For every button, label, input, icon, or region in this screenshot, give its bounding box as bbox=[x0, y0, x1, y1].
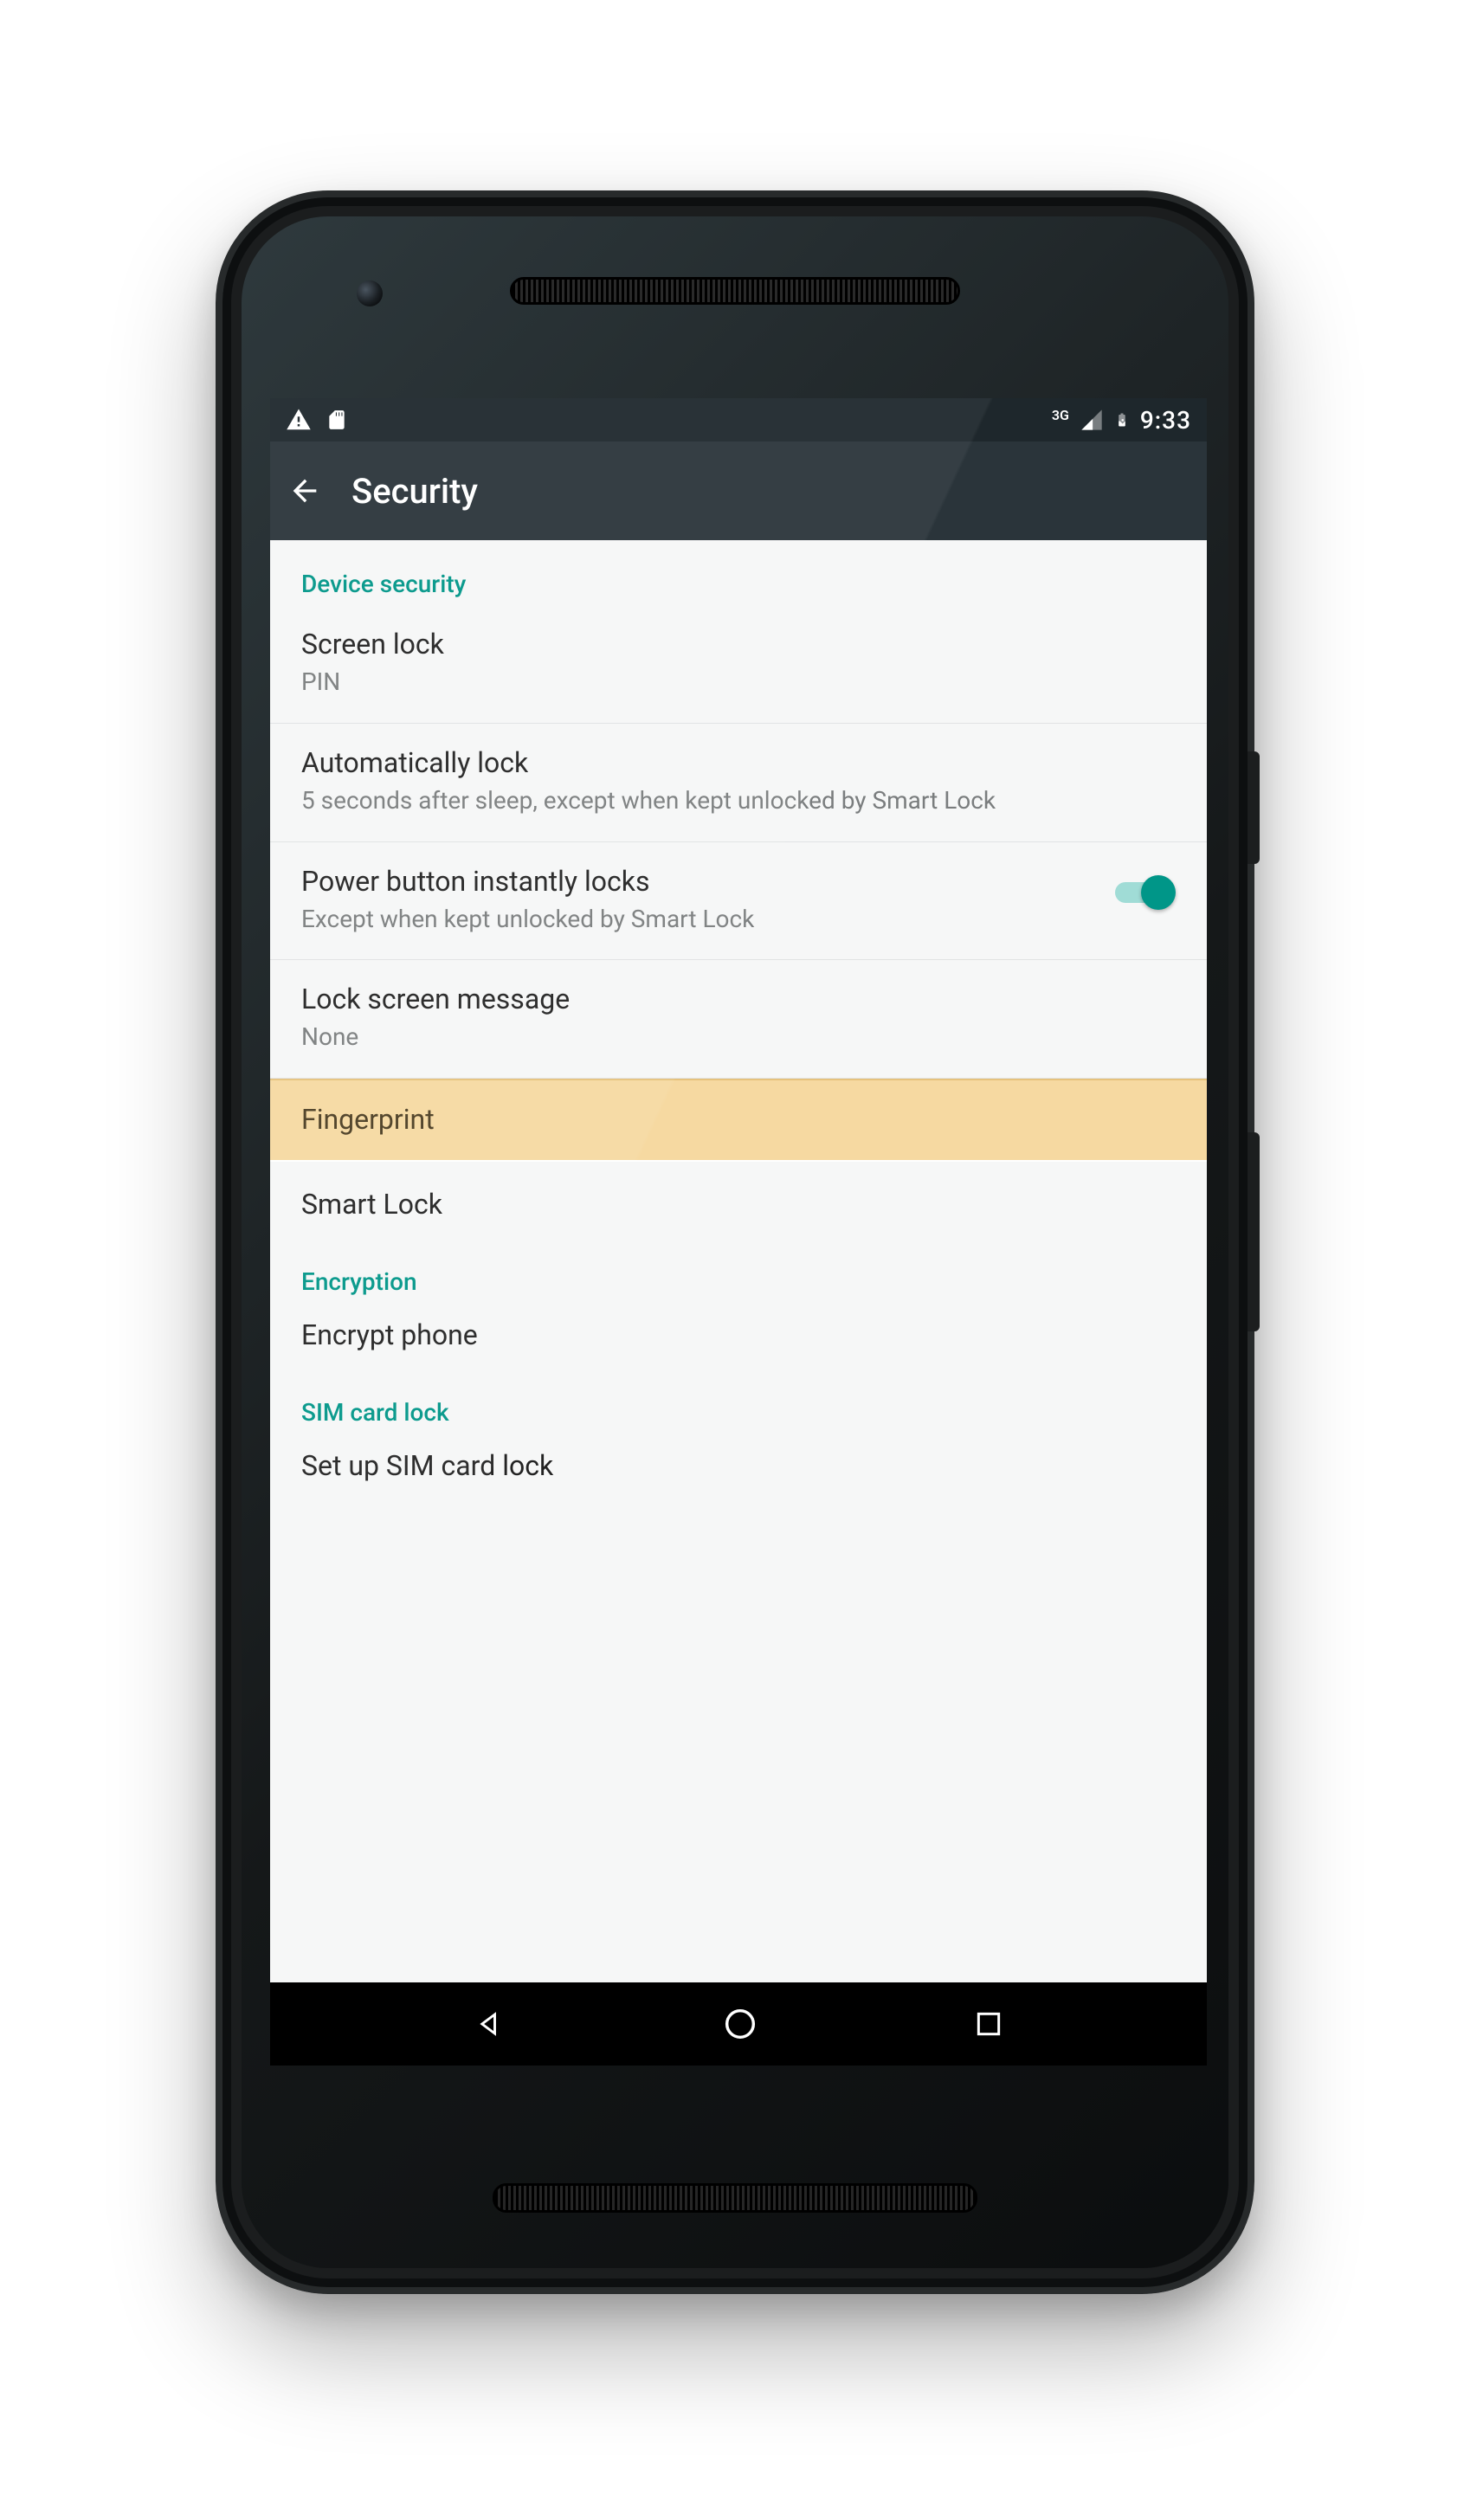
app-bar: Security bbox=[270, 441, 1207, 540]
cellular-signal-icon bbox=[1080, 408, 1104, 432]
section-device-security: Device security bbox=[270, 540, 1207, 605]
row-setup-sim-lock[interactable]: Set up SIM card lock bbox=[270, 1434, 1207, 1491]
row-encrypt-phone[interactable]: Encrypt phone bbox=[270, 1303, 1207, 1369]
back-icon[interactable] bbox=[287, 474, 322, 508]
section-sim-card-lock: SIM card lock bbox=[270, 1369, 1207, 1434]
front-camera bbox=[357, 280, 383, 306]
row-power-button-locks[interactable]: Power button instantly locks Except when… bbox=[270, 842, 1207, 961]
network-type-label: 3G bbox=[1052, 407, 1069, 423]
row-fingerprint[interactable]: Fingerprint bbox=[270, 1079, 1207, 1162]
row-title: Fingerprint bbox=[301, 1103, 1176, 1136]
status-clock: 9:33 bbox=[1140, 406, 1191, 435]
toggle-power-button-locks[interactable] bbox=[1115, 868, 1176, 912]
row-subtitle: None bbox=[301, 1021, 1080, 1054]
row-title: Power button instantly locks bbox=[301, 865, 1094, 898]
nav-home-icon[interactable] bbox=[720, 2004, 760, 2044]
screen: 3G 9:33 Security Devic bbox=[270, 398, 1207, 2066]
row-subtitle: PIN bbox=[301, 666, 1080, 699]
nav-recents-icon[interactable] bbox=[971, 2007, 1006, 2041]
row-title: Encrypt phone bbox=[301, 1318, 1176, 1351]
row-title: Screen lock bbox=[301, 628, 1176, 661]
bottom-speaker bbox=[493, 2183, 977, 2213]
warning-icon bbox=[286, 407, 312, 433]
row-automatically-lock[interactable]: Automatically lock 5 seconds after sleep… bbox=[270, 724, 1207, 842]
section-encryption: Encryption bbox=[270, 1238, 1207, 1303]
battery-icon bbox=[1114, 407, 1130, 433]
row-subtitle: 5 seconds after sleep, except when kept … bbox=[301, 784, 1080, 817]
row-title: Lock screen message bbox=[301, 983, 1176, 1015]
sd-card-icon bbox=[326, 407, 348, 433]
row-title: Set up SIM card lock bbox=[301, 1449, 1176, 1482]
row-subtitle: Except when kept unlocked by Smart Lock bbox=[301, 903, 1080, 936]
phone-frame: 3G 9:33 Security Devic bbox=[216, 190, 1254, 2294]
row-screen-lock[interactable]: Screen lock PIN bbox=[270, 605, 1207, 724]
navigation-bar bbox=[270, 1982, 1207, 2066]
row-lock-screen-message[interactable]: Lock screen message None bbox=[270, 960, 1207, 1079]
row-title: Automatically lock bbox=[301, 746, 1176, 779]
row-title: Smart Lock bbox=[301, 1188, 1176, 1221]
nav-back-icon[interactable] bbox=[471, 2005, 509, 2043]
row-smart-lock[interactable]: Smart Lock bbox=[270, 1162, 1207, 1238]
page-title: Security bbox=[351, 471, 478, 512]
status-bar: 3G 9:33 bbox=[270, 398, 1207, 441]
earpiece bbox=[510, 277, 960, 305]
